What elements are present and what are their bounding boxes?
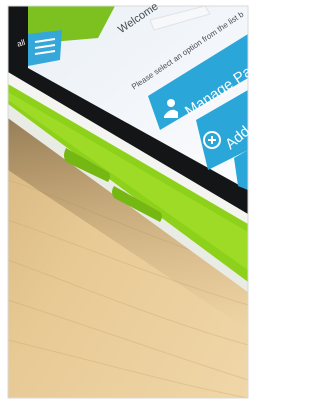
add-patient-label: Add Patient <box>222 90 253 154</box>
manage-patients-label: Manage Patients <box>182 43 253 121</box>
app-screen-text: all Welcome Please select an option from… <box>0 0 253 403</box>
photo-scene: all Welcome Please select an option from… <box>0 0 253 403</box>
status-text: all <box>16 37 27 49</box>
header-title: Welcome <box>116 0 161 36</box>
